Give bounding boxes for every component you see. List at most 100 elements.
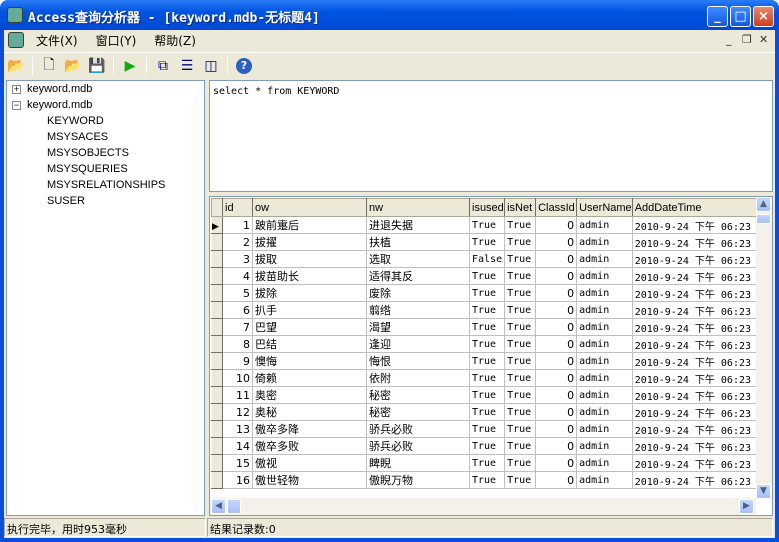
cell-username[interactable]: admin [576, 216, 633, 234]
cell-adddatetime[interactable]: 2010-9-24 下午 06:23 [631, 301, 759, 319]
cell-isnet[interactable]: True [504, 420, 537, 438]
cell-isnet[interactable]: True [504, 386, 537, 404]
menu-help[interactable]: 帮助(Z) [154, 32, 196, 49]
cell-isused[interactable]: True [468, 318, 506, 336]
row-selector[interactable] [211, 369, 223, 387]
cell-isnet[interactable]: True [504, 301, 537, 319]
table-row[interactable]: 4 拔苗助长 适得其反 True True 0 admin 2010-9-24 下午 06:2… [211, 267, 759, 285]
cell-isnet[interactable]: True [504, 335, 537, 353]
cell-isnet[interactable]: True [504, 369, 537, 387]
cell-ow[interactable]: 傲视 [252, 454, 367, 472]
cell-username[interactable]: admin [576, 352, 633, 370]
column-header-username[interactable]: UserName [576, 198, 633, 217]
tree-node-table[interactable]: SUSER [47, 195, 85, 207]
cell-adddatetime[interactable]: 2010-9-24 下午 06:23 [631, 352, 759, 370]
row-selector[interactable] [211, 301, 223, 319]
cell-id[interactable]: 11 [222, 386, 253, 404]
cell-ow[interactable]: 倚赖 [252, 369, 367, 387]
table-row[interactable]: 12 奥秘 秘密 True True 0 admin 2010-9-24 下午 06:23 [211, 403, 759, 421]
cell-ow[interactable]: 拔擢 [252, 233, 367, 251]
cell-nw[interactable]: 渴望 [366, 318, 470, 336]
cell-nw[interactable]: 扶植 [366, 233, 470, 251]
cell-isnet[interactable]: True [504, 318, 537, 336]
cell-adddatetime[interactable]: 2010-9-24 下午 06:23 [631, 233, 759, 251]
cell-ow[interactable]: 扒手 [252, 301, 367, 319]
cell-nw[interactable]: 骄兵必败 [366, 437, 470, 455]
cell-nw[interactable]: 翦绺 [366, 301, 470, 319]
cell-ow[interactable]: 傲卒多败 [252, 437, 367, 455]
cell-id[interactable]: 10 [222, 369, 253, 387]
menu-file[interactable]: 文件(X) [36, 32, 78, 49]
table-row[interactable]: 9 懊悔 悔恨 True True 0 admin 2010-9-24 下午 06:23 [211, 352, 759, 370]
cell-isused[interactable]: True [468, 301, 506, 319]
cell-isused[interactable]: True [468, 403, 506, 421]
table-row[interactable]: 13 傲卒多降 骄兵必败 True True 0 admin 2010-9-24 下午 06:… [211, 420, 759, 438]
cell-adddatetime[interactable]: 2010-9-24 下午 06:23 [631, 318, 759, 336]
cell-ow[interactable]: 跛前疐后 [252, 216, 367, 234]
column-header-ow[interactable]: ow [252, 198, 367, 217]
cell-nw[interactable]: 睥睨 [366, 454, 470, 472]
cell-ow[interactable]: 拔除 [252, 284, 367, 302]
cell-isused[interactable]: True [468, 471, 506, 489]
row-selector[interactable] [211, 284, 223, 302]
cell-adddatetime[interactable]: 2010-9-24 下午 06:23 [631, 437, 759, 455]
save-icon[interactable]: 💾 [87, 56, 107, 76]
table-row[interactable]: 10 倚赖 依附 True True 0 admin 2010-9-24 下午 06:23 [211, 369, 759, 387]
table-row[interactable]: ▶ 1 跛前疐后 进退失据 True True 0 admin 2010-9-24 下午 06:… [211, 216, 759, 234]
cell-id[interactable]: 9 [222, 352, 253, 370]
cell-classid[interactable]: 0 [535, 335, 578, 353]
cell-username[interactable]: admin [576, 369, 633, 387]
cell-classid[interactable]: 0 [535, 233, 578, 251]
cell-adddatetime[interactable]: 2010-9-24 下午 06:23 [631, 369, 759, 387]
cell-isnet[interactable]: True [504, 471, 537, 489]
cell-nw[interactable]: 悔恨 [366, 352, 470, 370]
row-selector[interactable] [211, 420, 223, 438]
cell-isused[interactable]: True [468, 216, 506, 234]
cell-ow[interactable]: 懊悔 [252, 352, 367, 370]
table-row[interactable]: 5 拔除 废除 True True 0 admin 2010-9-24 下午 06:23 [211, 284, 759, 302]
run-icon[interactable]: ▶ [120, 56, 140, 76]
cell-id[interactable]: 3 [222, 250, 253, 268]
row-selector[interactable] [211, 233, 223, 251]
scroll-down-button[interactable]: ▼ [756, 484, 771, 499]
column-header-adddatetime[interactable]: AddDateTime [631, 198, 759, 217]
horizontal-scrollbar[interactable]: ◀ ▶ [210, 498, 756, 515]
close-button[interactable]: × [753, 6, 774, 27]
cell-username[interactable]: admin [576, 284, 633, 302]
row-selector[interactable] [211, 318, 223, 336]
connect-icon[interactable]: 📂 [6, 56, 26, 76]
scroll-thumb[interactable] [227, 499, 241, 514]
cell-isnet[interactable]: True [504, 403, 537, 421]
cell-nw[interactable]: 秘密 [366, 403, 470, 421]
cell-id[interactable]: 16 [222, 471, 253, 489]
cell-isnet[interactable]: True [504, 267, 537, 285]
table-row[interactable]: 14 傲卒多败 骄兵必败 True True 0 admin 2010-9-24 下午 06:… [211, 437, 759, 455]
cell-username[interactable]: admin [576, 386, 633, 404]
cell-nw[interactable]: 逢迎 [366, 335, 470, 353]
cell-username[interactable]: admin [576, 335, 633, 353]
cell-adddatetime[interactable]: 2010-9-24 下午 06:23 [631, 386, 759, 404]
column-header-isnet[interactable]: isNet [504, 198, 537, 217]
help-icon[interactable]: ? [234, 56, 254, 76]
cell-isused[interactable]: True [468, 352, 506, 370]
cell-ow[interactable]: 巴望 [252, 318, 367, 336]
row-selector[interactable] [211, 471, 223, 489]
table-row[interactable]: 8 巴结 逢迎 True True 0 admin 2010-9-24 下午 06:23 [211, 335, 759, 353]
child-close-button[interactable]: ✕ [759, 33, 768, 46]
cell-ow[interactable]: 奥秘 [252, 403, 367, 421]
cell-ow[interactable]: 奥密 [252, 386, 367, 404]
cell-nw[interactable]: 骄兵必败 [366, 420, 470, 438]
cascade-icon[interactable]: ⧉ [153, 56, 173, 76]
row-selector[interactable] [211, 250, 223, 268]
cell-isused[interactable]: False [468, 250, 506, 268]
table-row[interactable]: 2 拔擢 扶植 True True 0 admin 2010-9-24 下午 06:23 [211, 233, 759, 251]
cell-isused[interactable]: True [468, 233, 506, 251]
cell-adddatetime[interactable]: 2010-9-24 下午 06:23 [631, 216, 759, 234]
cell-ow[interactable]: 傲世轻物 [252, 471, 367, 489]
cell-classid[interactable]: 0 [535, 301, 578, 319]
cell-ow[interactable]: 拔苗助长 [252, 267, 367, 285]
cell-classid[interactable]: 0 [535, 250, 578, 268]
cell-isused[interactable]: True [468, 284, 506, 302]
maximize-button[interactable]: □ [730, 6, 751, 27]
row-selector[interactable] [211, 403, 223, 421]
